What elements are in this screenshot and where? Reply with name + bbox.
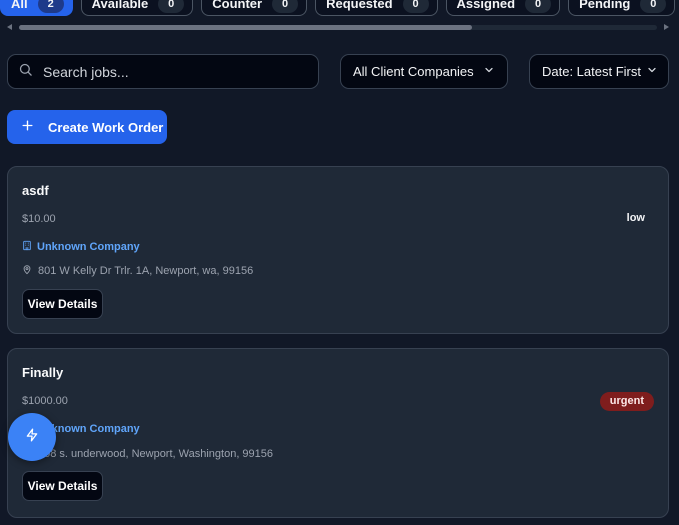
scrollbar-track[interactable] bbox=[19, 25, 657, 30]
tab-counter[interactable]: Counter 0 bbox=[201, 0, 308, 16]
job-address: 801 W Kelly Dr Trlr. 1A, Newport, wa, 99… bbox=[22, 264, 253, 278]
map-pin-icon bbox=[22, 264, 32, 278]
company-name: Unknown Company bbox=[37, 241, 140, 253]
priority-badge: low bbox=[626, 212, 645, 224]
tabs-scrollbar[interactable] bbox=[7, 23, 669, 32]
tab-count-badge: 0 bbox=[272, 0, 299, 13]
tab-assigned[interactable]: Assigned 0 bbox=[445, 0, 561, 16]
building-icon bbox=[22, 240, 32, 254]
zap-icon bbox=[25, 428, 39, 447]
tab-pending[interactable]: Pending 0 bbox=[568, 0, 676, 16]
scroll-left-arrow-icon[interactable] bbox=[7, 24, 12, 30]
tab-label: Requested bbox=[326, 0, 393, 11]
search-input[interactable] bbox=[43, 63, 293, 80]
status-tabs: All 2 Available 0 Counter 0 Requested 0 … bbox=[0, 0, 679, 16]
tab-label: Assigned bbox=[456, 0, 516, 11]
job-company-link[interactable]: Unknown Company bbox=[22, 240, 140, 254]
search-box[interactable] bbox=[7, 54, 319, 89]
tab-count-badge: 0 bbox=[525, 0, 552, 13]
quick-action-fab-button[interactable] bbox=[8, 413, 56, 461]
scrollbar-thumb[interactable] bbox=[19, 25, 472, 30]
address-text: 801 W Kelly Dr Trlr. 1A, Newport, wa, 99… bbox=[38, 265, 254, 277]
tab-available[interactable]: Available 0 bbox=[80, 0, 194, 16]
tab-count-badge: 2 bbox=[37, 0, 64, 13]
job-card: Finally $1000.00 urgent Unknown Company bbox=[7, 348, 669, 518]
job-address: 108 s. underwood, Newport, Washington, 9… bbox=[22, 447, 273, 461]
scroll-right-arrow-icon[interactable] bbox=[664, 24, 669, 30]
job-price: $1000.00 bbox=[22, 395, 68, 407]
sort-select[interactable]: Date: Latest First bbox=[529, 54, 669, 89]
tab-count-badge: 0 bbox=[640, 0, 667, 13]
sort-value: Date: Latest First bbox=[542, 64, 641, 79]
company-filter-value: All Client Companies bbox=[353, 64, 474, 79]
tab-count-badge: 0 bbox=[402, 0, 429, 13]
address-text: 108 s. underwood, Newport, Washington, 9… bbox=[38, 448, 274, 460]
company-filter-select[interactable]: All Client Companies bbox=[340, 54, 508, 89]
tab-label: Counter bbox=[212, 0, 263, 11]
job-title: asdf bbox=[22, 183, 49, 198]
chevron-down-icon bbox=[483, 64, 495, 79]
tab-all[interactable]: All 2 bbox=[0, 0, 73, 16]
search-icon bbox=[18, 62, 33, 82]
job-price: $10.00 bbox=[22, 213, 56, 225]
tab-label: All bbox=[11, 0, 28, 11]
tab-requested[interactable]: Requested 0 bbox=[315, 0, 438, 16]
tab-label: Available bbox=[91, 0, 149, 11]
view-details-button[interactable]: View Details bbox=[22, 471, 103, 501]
create-work-order-label: Create Work Order bbox=[48, 119, 164, 135]
priority-badge: urgent bbox=[599, 392, 654, 411]
job-title: Finally bbox=[22, 365, 64, 380]
jobs-page: All 2 Available 0 Counter 0 Requested 0 … bbox=[0, 0, 679, 525]
tab-label: Pending bbox=[579, 0, 631, 11]
create-work-order-button[interactable]: Create Work Order bbox=[7, 110, 167, 144]
tab-count-badge: 0 bbox=[158, 0, 185, 13]
view-details-button[interactable]: View Details bbox=[22, 289, 103, 319]
chevron-down-icon bbox=[646, 64, 658, 79]
job-card: asdf $10.00 low Unknown Company 801 W Ke… bbox=[7, 166, 669, 334]
plus-icon bbox=[21, 119, 34, 135]
